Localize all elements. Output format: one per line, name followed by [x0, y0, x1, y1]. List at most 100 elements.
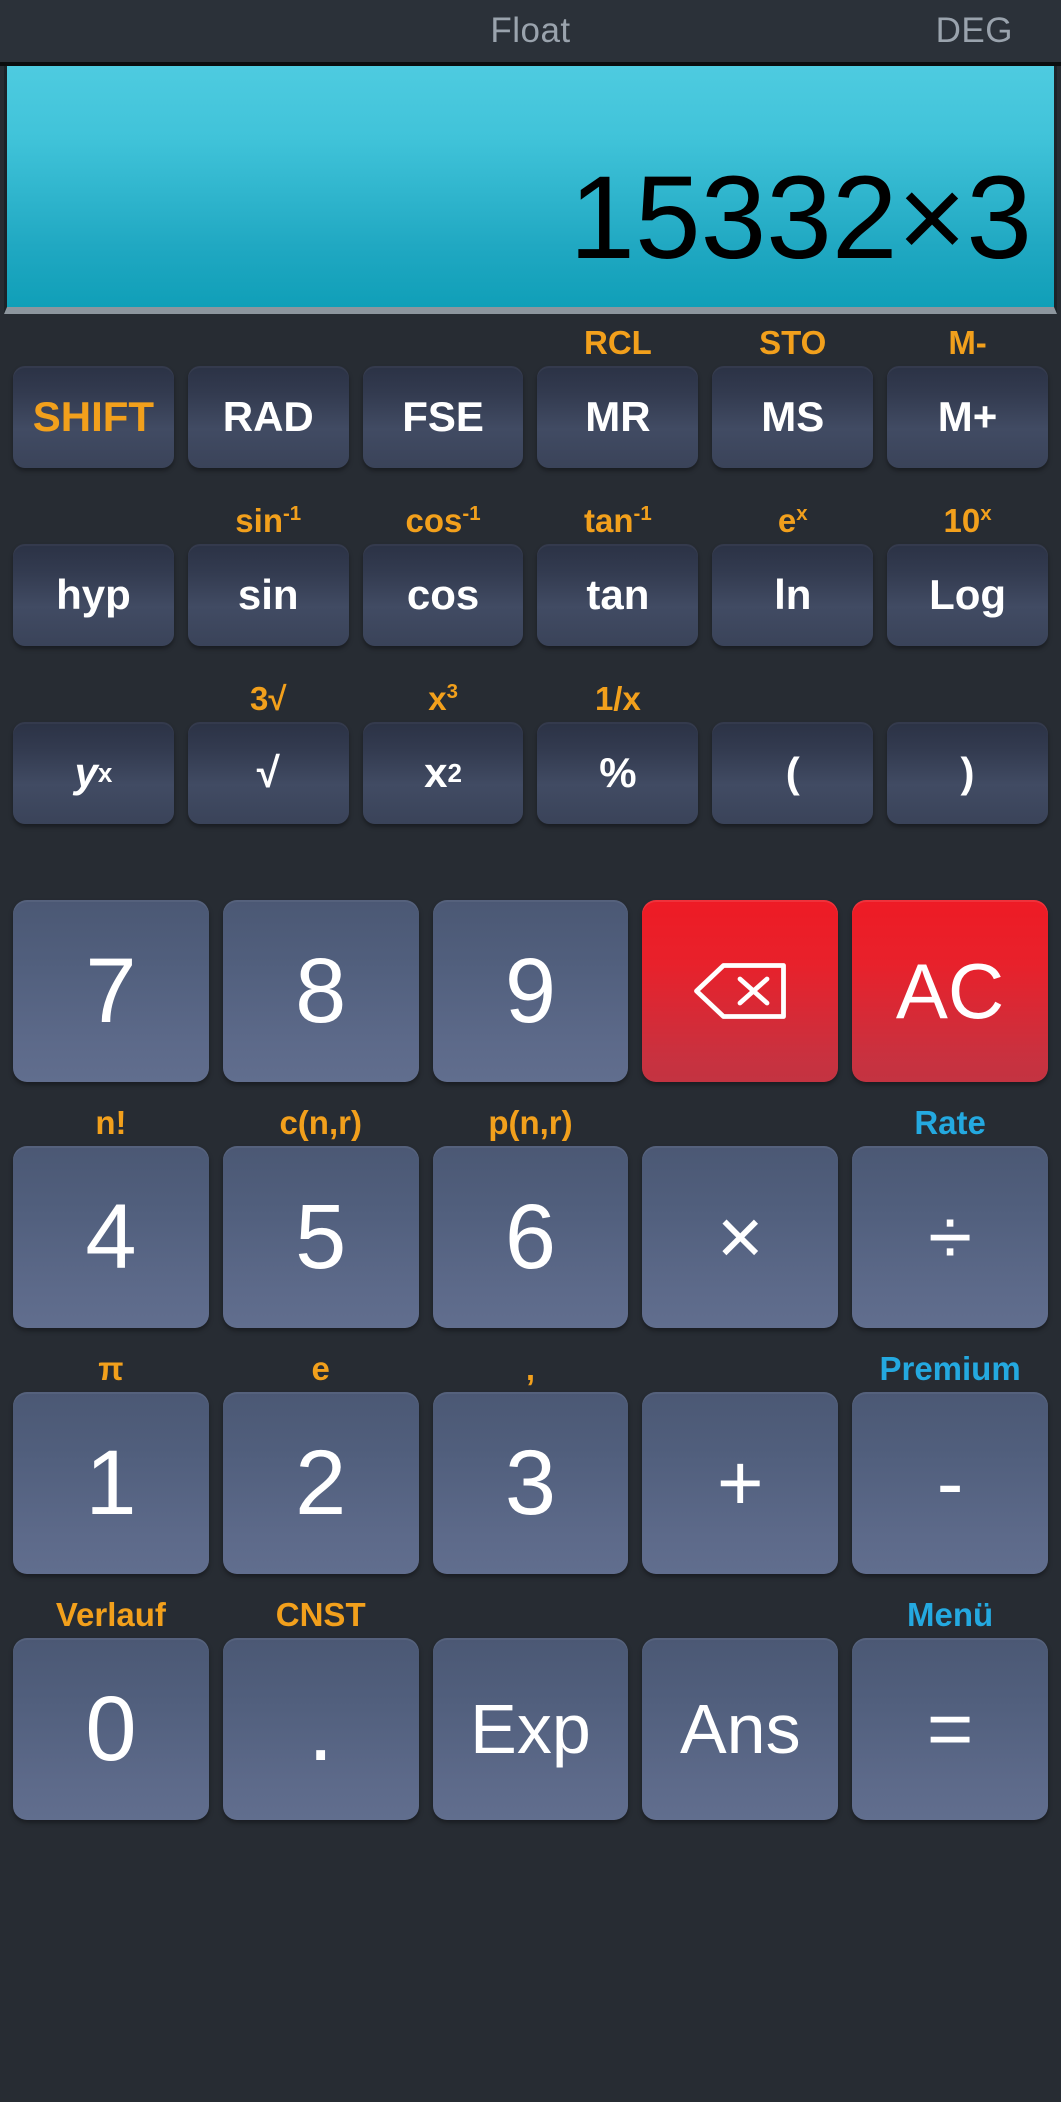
key-answer[interactable]: Ans — [642, 1638, 839, 1820]
shift-label-digit-8 — [223, 854, 419, 900]
shift-label-equals: Menü — [907, 1596, 994, 1633]
key-equals[interactable]: = — [852, 1638, 1048, 1820]
key-spacer — [642, 1082, 838, 1100]
key-percent[interactable]: % — [537, 722, 699, 824]
row-memory: SHIFT RAD FSE RCL MR STO MS M- M+ — [6, 320, 1055, 498]
key-spacer — [712, 824, 873, 854]
shift-label-cos: cos-1 — [363, 498, 524, 544]
angle-mode-indicator[interactable]: DEG — [936, 11, 1013, 51]
key-cos[interactable]: cos — [362, 544, 524, 646]
key-ln[interactable]: ln — [712, 544, 874, 646]
key-digit-8[interactable]: 8 — [222, 900, 419, 1082]
key-paren-open[interactable]: ( — [712, 722, 874, 824]
shift-label-percent: 1/x — [594, 680, 641, 717]
key-paren-close[interactable]: ) — [887, 722, 1048, 824]
key-y-power-x[interactable]: yx — [13, 722, 174, 824]
key-cell-exponent: Exp — [426, 1592, 636, 1838]
key-label: 8 — [295, 939, 347, 1042]
shift-label-exponent: x — [796, 502, 808, 525]
key-cell-digit-6: p(n,r) 6 — [426, 1100, 636, 1346]
key-cell-sin: sin-1 sin — [181, 498, 356, 676]
shift-label-exponent — [433, 1592, 629, 1638]
key-ms[interactable]: MS — [712, 366, 874, 468]
key-square-root[interactable]: √ — [187, 722, 349, 824]
shift-label-square-root: 3√ — [250, 680, 287, 717]
shift-label-exponent: -1 — [633, 502, 652, 525]
shift-label-digit-0: Verlauf — [55, 1596, 166, 1633]
key-digit-4[interactable]: 4 — [13, 1146, 209, 1328]
shift-label-digit-2: e — [311, 1350, 330, 1387]
key-minus[interactable]: - — [852, 1392, 1048, 1574]
key-label: Exp — [470, 1690, 591, 1768]
shift-label-log: 10x — [887, 498, 1048, 544]
key-decimal-point[interactable]: . — [222, 1638, 419, 1820]
key-all-clear[interactable]: AC — [852, 900, 1048, 1082]
key-mr[interactable]: MR — [537, 366, 699, 468]
shift-label-paren-open — [712, 676, 873, 722]
key-cell-digit-1: π1 — [6, 1346, 216, 1592]
shift-label-backspace — [642, 854, 838, 900]
shift-label-digit-4: n! — [95, 1104, 127, 1141]
key-digit-1[interactable]: 1 — [13, 1392, 209, 1574]
key-digit-0[interactable]: 0 — [13, 1638, 209, 1820]
shift-label-digit-6: p(n,r) — [488, 1104, 573, 1141]
key-label: sin — [237, 571, 299, 618]
key-cell-backspace — [635, 854, 845, 1100]
key-spacer — [13, 646, 174, 676]
key-digit-2[interactable]: 2 — [222, 1392, 419, 1574]
key-spacer — [887, 824, 1048, 854]
key-fse[interactable]: FSE — [362, 366, 524, 468]
key-cell-digit-4: n! 4 — [6, 1100, 216, 1346]
key-digit-6[interactable]: 6 — [432, 1146, 629, 1328]
key-spacer — [13, 1574, 209, 1592]
key-divide[interactable]: ÷ — [852, 1146, 1048, 1328]
shift-label-answer — [642, 1592, 838, 1638]
shift-label-digit-3: , — [525, 1350, 536, 1387]
key-label: 6 — [504, 1185, 557, 1288]
key-cell-fse: FSE — [356, 320, 531, 498]
shift-label-sin: sin-1 — [188, 498, 349, 544]
number-format-indicator[interactable]: Float — [0, 11, 1061, 51]
key-label: 0 — [85, 1677, 137, 1780]
key-m-plus[interactable]: M+ — [887, 366, 1048, 468]
key-digit-5[interactable]: 5 — [222, 1146, 419, 1328]
key-plus[interactable]: + — [642, 1392, 839, 1574]
key-sin[interactable]: sin — [187, 544, 349, 646]
shift-label-exponent: x — [980, 502, 992, 525]
key-shift[interactable]: SHIFT — [13, 366, 174, 468]
key-label: 2 — [295, 1431, 347, 1534]
key-label-base: x — [424, 749, 448, 796]
key-cell-shift: SHIFT — [6, 320, 181, 498]
key-cell-ln: ex ln — [705, 498, 880, 676]
calculator-display[interactable]: 15332×3 — [4, 66, 1057, 314]
shift-label-x-squared: x3 — [363, 676, 524, 722]
key-cell-paren-open: ( — [705, 676, 880, 854]
shift-label-hyp — [13, 498, 174, 544]
key-label: hyp — [56, 571, 131, 618]
key-spacer — [887, 646, 1048, 676]
key-tan[interactable]: tan — [537, 544, 699, 646]
key-cell-paren-close: ) — [880, 676, 1055, 854]
key-digit-3[interactable]: 3 — [432, 1392, 629, 1574]
key-log[interactable]: Log — [887, 544, 1048, 646]
key-label: √ — [256, 749, 280, 796]
key-x-squared[interactable]: x2 — [362, 722, 524, 824]
key-spacer — [223, 1082, 419, 1100]
key-label: MS — [761, 393, 825, 440]
shift-label-exponent: -1 — [462, 502, 481, 525]
key-digit-9[interactable]: 9 — [432, 900, 629, 1082]
key-hyp[interactable]: hyp — [13, 544, 174, 646]
key-label: Log — [929, 571, 1007, 618]
key-cell-rad: RAD — [181, 320, 356, 498]
key-digit-7[interactable]: 7 — [13, 900, 209, 1082]
key-cell-multiply: × — [635, 1100, 845, 1346]
key-multiply[interactable]: × — [642, 1146, 839, 1328]
key-label: 3 — [504, 1431, 557, 1534]
key-rad[interactable]: RAD — [187, 366, 349, 468]
shift-label-digit-9 — [433, 854, 629, 900]
key-exponent[interactable]: Exp — [432, 1638, 629, 1820]
key-spacer — [13, 824, 174, 854]
key-spacer — [642, 1820, 838, 1838]
key-backspace[interactable] — [642, 900, 839, 1082]
key-label: SHIFT — [32, 393, 155, 440]
